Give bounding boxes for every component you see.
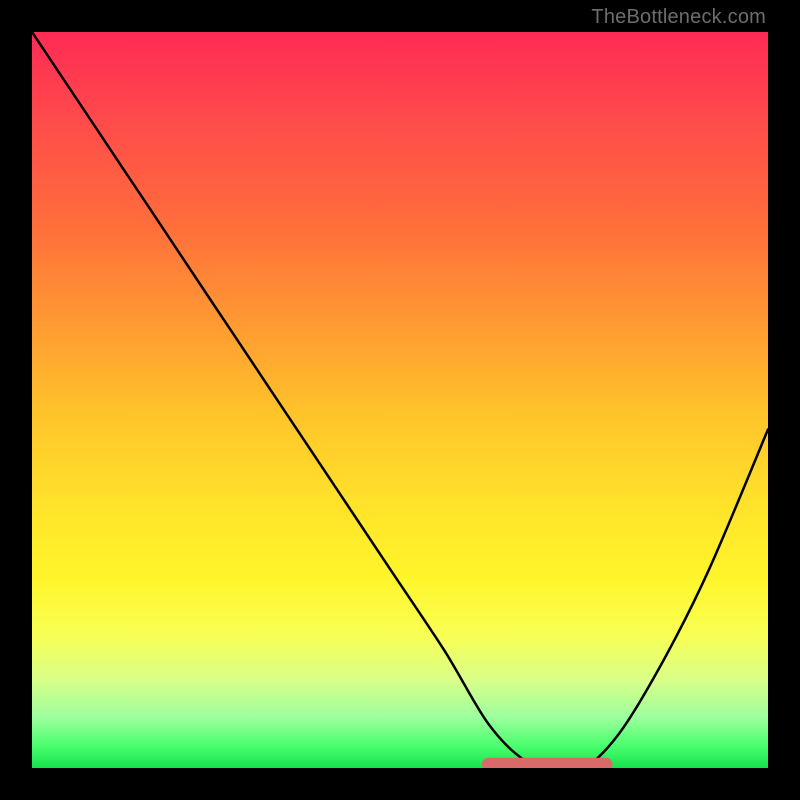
- bottleneck-curve: [32, 32, 768, 768]
- chart-container: TheBottleneck.com: [0, 0, 800, 800]
- plot-area: [32, 32, 768, 768]
- attribution-label: TheBottleneck.com: [591, 6, 766, 29]
- curve-layer: [32, 32, 768, 768]
